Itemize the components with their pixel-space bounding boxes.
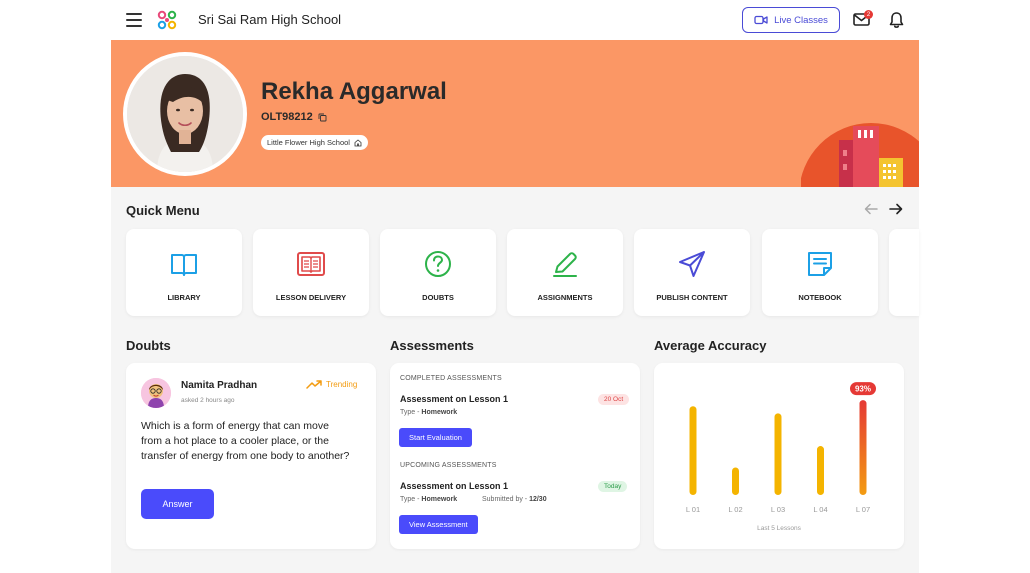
assessments-title: Assessments (390, 338, 474, 353)
doubts-title: Doubts (126, 338, 171, 353)
school-logo-icon (157, 10, 177, 30)
school-building-icon (354, 138, 362, 146)
top-bar: Sri Sai Ram High School Live Classes 2 (0, 0, 1030, 40)
completed-assessments-label: COMPLETED ASSESSMENTS (400, 375, 502, 382)
profile-avatar (123, 52, 247, 176)
quick-menu-label: DOUBTS (422, 293, 454, 302)
accuracy-tick-label: L 04 (813, 505, 827, 514)
upcoming-date-badge: Today (598, 481, 628, 492)
view-assessment-button[interactable]: View Assessment (399, 515, 478, 534)
accuracy-tick-label: L 01 (686, 505, 700, 514)
quick-menu-lesson-delivery[interactable]: LESSON DELIVERY (253, 229, 369, 316)
quick-menu-title: Quick Menu (126, 203, 200, 218)
answer-button[interactable]: Answer (141, 489, 214, 519)
quick-menu-library[interactable]: LIBRARY (126, 229, 242, 316)
accuracy-bar (817, 446, 824, 495)
copy-icon[interactable] (318, 113, 327, 122)
profile-name: Rekha Aggarwal (261, 78, 447, 105)
doubt-user-avatar (141, 378, 171, 408)
doubt-user-name: Namita Pradhan (181, 380, 258, 391)
video-camera-icon (754, 15, 768, 25)
lesson-book-icon (297, 252, 325, 276)
pencil-icon (553, 252, 577, 277)
mail-badge: 2 (864, 10, 873, 19)
profile-id: OLT98212 (261, 111, 327, 123)
upcoming-assessment-title: Assessment on Lesson 1 (400, 481, 509, 491)
quick-menu-notebook[interactable]: NOTEBOOK (762, 229, 878, 316)
main-content: Rekha Aggarwal OLT98212 Little Flower Hi… (111, 40, 919, 573)
upcoming-submitted-by: Submitted by - 12/30 (482, 496, 547, 503)
arrow-left-icon[interactable] (864, 203, 878, 215)
quick-menu-label: PUBLISH CONTENT (656, 293, 728, 302)
quick-menu-label: NOTEBOOK (798, 293, 842, 302)
accuracy-tick-label: L 07 (856, 505, 870, 514)
school-chip-label: Little Flower High School (267, 138, 350, 147)
accuracy-bar (732, 467, 739, 495)
quick-menu-label: LESSON DELIVERY (275, 293, 347, 302)
accuracy-bar (859, 400, 867, 495)
profile-photo (127, 56, 243, 172)
accuracy-card: L 01 L 02 L 03 L 04 L 07 93% Last 5 Lessons (654, 363, 904, 549)
menu-icon[interactable] (126, 13, 142, 27)
trending-tag: Trending (306, 380, 357, 389)
accuracy-footer: Last 5 Lessons (757, 525, 801, 532)
completed-assessment-type: Type - Homework (400, 409, 458, 416)
completed-date-badge: 20 Oct (598, 394, 630, 405)
accuracy-bar (774, 413, 782, 495)
accuracy-chart: L 01 L 02 L 03 L 04 L 07 93% (686, 382, 876, 514)
quick-menu-next-card[interactable] (889, 229, 919, 316)
quick-menu-label: ASSIGNMENTS (537, 293, 593, 302)
upcoming-assessment-type: Type - Homework (400, 496, 458, 503)
arrow-right-icon[interactable] (889, 203, 903, 215)
trending-label: Trending (326, 380, 358, 389)
accuracy-tick-label: L 03 (771, 505, 785, 514)
building-illustration (801, 123, 919, 187)
doubt-time: asked 2 hours ago (181, 397, 235, 404)
book-icon (171, 254, 197, 276)
school-chip: Little Flower High School (261, 135, 368, 150)
question-icon (425, 251, 451, 277)
send-icon (679, 251, 705, 277)
upcoming-assessments-label: UPCOMING ASSESSMENTS (400, 462, 497, 469)
trending-icon (306, 380, 322, 389)
accuracy-title: Average Accuracy (654, 338, 767, 353)
completed-assessment-title: Assessment on Lesson 1 (400, 394, 509, 404)
notebook-icon (808, 252, 832, 276)
profile-banner: Rekha Aggarwal OLT98212 Little Flower Hi… (111, 40, 919, 187)
accuracy-highlight-label: 93% (855, 385, 871, 394)
doubt-question: Which is a form of energy that can move … (141, 420, 350, 462)
accuracy-bar (689, 406, 697, 495)
school-name: Sri Sai Ram High School (198, 12, 342, 27)
start-evaluation-button[interactable]: Start Evaluation (399, 428, 472, 447)
quick-menu-label: LIBRARY (167, 293, 201, 302)
assessments-card: COMPLETED ASSESSMENTS Assessment on Less… (390, 363, 640, 549)
profile-id-text: OLT98212 (261, 111, 313, 123)
bell-icon[interactable] (888, 11, 905, 29)
doubts-card: Namita Pradhan asked 2 hours ago Trendin… (126, 363, 376, 549)
quick-menu-publish-content[interactable]: PUBLISH CONTENT (634, 229, 750, 316)
live-classes-button[interactable]: Live Classes (742, 7, 840, 33)
quick-menu-doubts[interactable]: DOUBTS (380, 229, 496, 316)
accuracy-tick-label: L 02 (728, 505, 742, 514)
quick-menu-assignments[interactable]: ASSIGNMENTS (507, 229, 623, 316)
live-classes-label: Live Classes (774, 14, 828, 26)
